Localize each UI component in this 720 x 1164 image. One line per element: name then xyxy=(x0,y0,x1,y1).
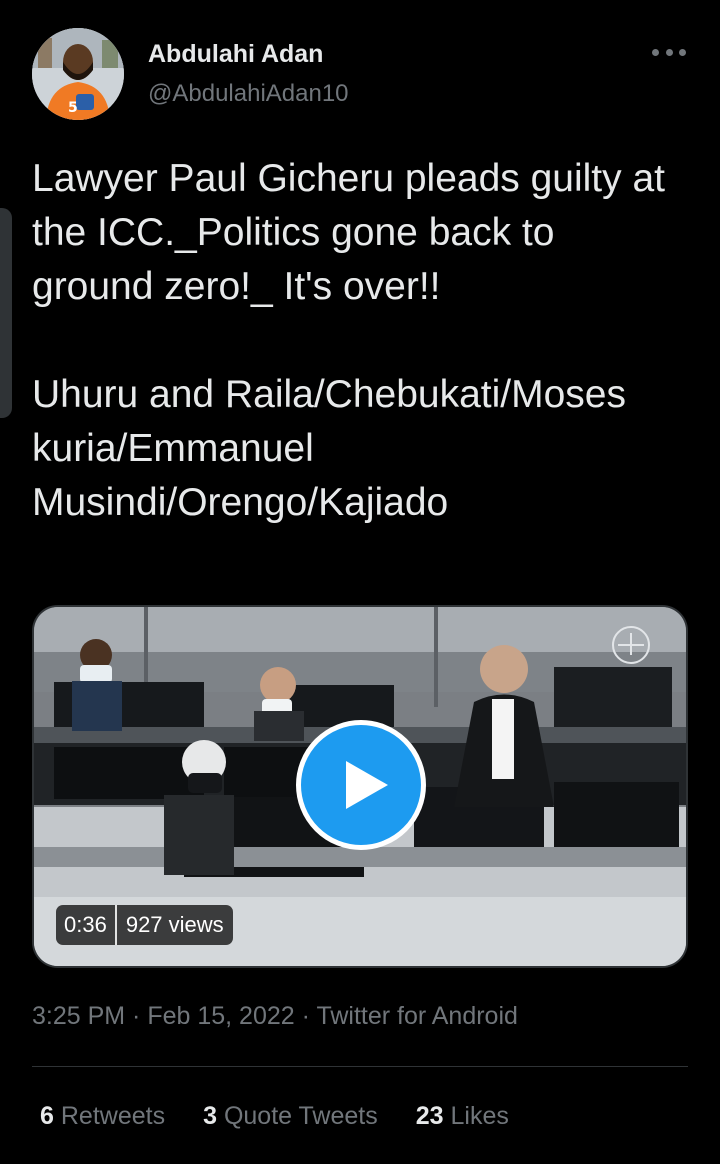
more-dot xyxy=(665,48,673,56)
play-icon xyxy=(346,761,388,809)
likes-stat[interactable]: 23 Likes xyxy=(416,1102,509,1131)
author-handle[interactable]: @AbdulahiAdan10 xyxy=(148,80,349,108)
likes-count: 23 xyxy=(415,1102,444,1130)
divider xyxy=(32,1066,688,1067)
more-dot xyxy=(679,48,686,56)
edge-panel-handle[interactable] xyxy=(0,208,12,418)
quote-tweets-label: Quote Tweets xyxy=(223,1102,378,1130)
tweet-text: Lawyer Paul Gicheru pleads guilty at the… xyxy=(32,157,666,524)
engagement-stats: 6 Retweets 3 Quote Tweets 23 Likes xyxy=(40,1102,509,1131)
tweet-source[interactable]: Twitter for Android xyxy=(316,1002,517,1030)
meta-separator: · xyxy=(125,1002,148,1030)
retweets-label: Retweets xyxy=(60,1102,166,1130)
svg-text:5: 5 xyxy=(68,100,78,116)
avatar-photo: 5 xyxy=(32,28,124,120)
play-button[interactable] xyxy=(296,720,426,850)
tweet-date[interactable]: Feb 15, 2022 xyxy=(147,1002,294,1030)
video-view-count: 927 views xyxy=(125,912,224,937)
retweets-stat[interactable]: 6 Retweets xyxy=(40,1102,165,1131)
tweet-time[interactable]: 3:25 PM xyxy=(32,1002,125,1030)
author-display-name[interactable]: Abdulahi Adan xyxy=(148,40,323,69)
video-duration: 0:36 xyxy=(56,905,117,945)
retweets-count: 6 xyxy=(40,1102,54,1130)
more-horizontal-icon[interactable] xyxy=(652,42,686,62)
likes-label: Likes xyxy=(450,1102,509,1130)
meta-separator: · xyxy=(294,1002,317,1030)
video-player[interactable]: 0:36 927 views xyxy=(32,605,688,968)
quote-tweets-stat[interactable]: 3 Quote Tweets xyxy=(203,1102,378,1131)
avatar[interactable]: 5 xyxy=(32,28,124,120)
tweet-header: 5 Abdulahi Adan @AbdulahiAdan10 xyxy=(32,28,688,124)
more-dot xyxy=(652,48,659,56)
quote-tweets-count: 3 xyxy=(203,1102,217,1130)
tweet-metadata: 3:25 PM · Feb 15, 2022 · Twitter for And… xyxy=(32,1002,518,1031)
video-info-badge: 0:36 927 views xyxy=(56,905,233,945)
